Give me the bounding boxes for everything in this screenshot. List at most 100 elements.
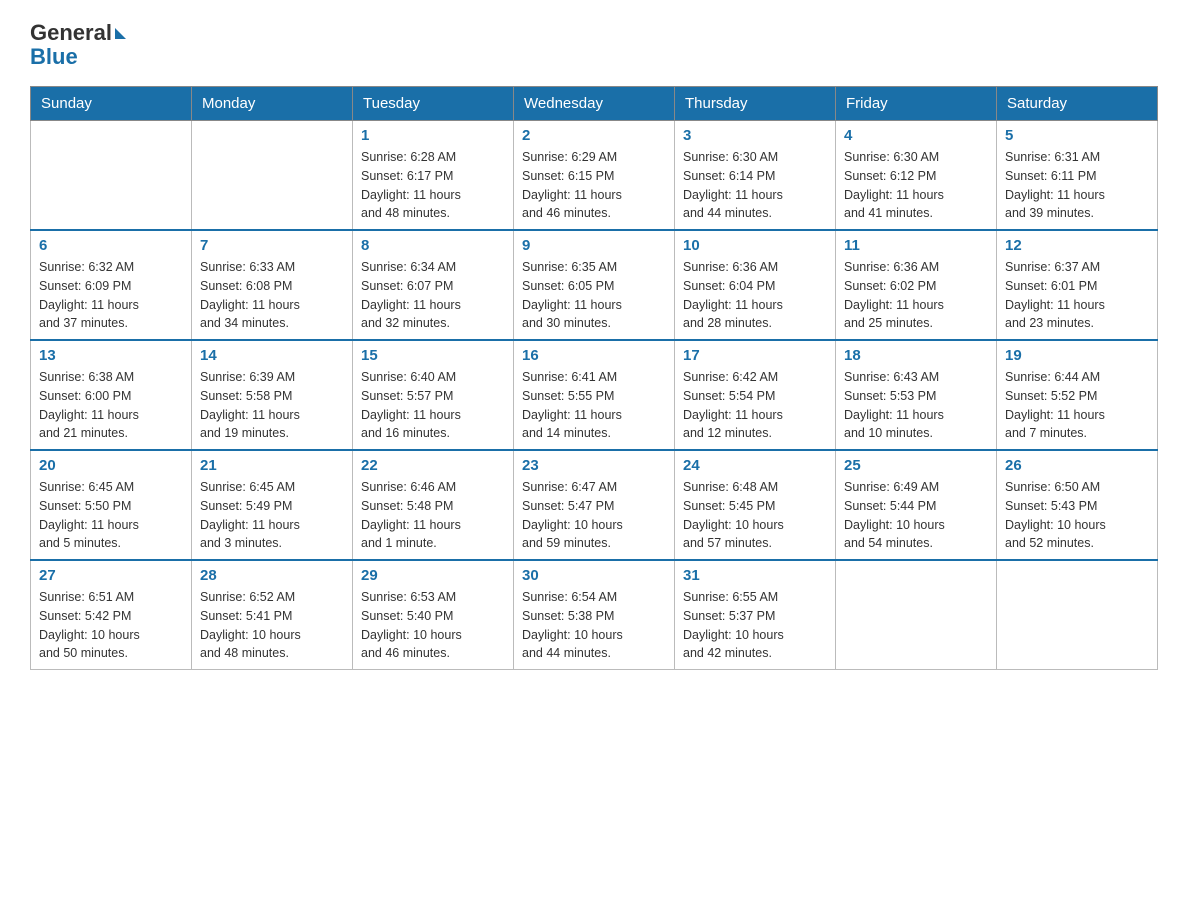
day-info: Sunrise: 6:41 AMSunset: 5:55 PMDaylight:… (522, 368, 666, 443)
calendar-cell: 6Sunrise: 6:32 AMSunset: 6:09 PMDaylight… (31, 230, 192, 340)
calendar-cell: 25 Sunrise: 6:49 AMSunset: 5:44 PMDayligh… (836, 450, 997, 560)
calendar-cell: 11Sunrise: 6:36 AMSunset: 6:02 PMDayligh… (836, 230, 997, 340)
calendar-cell: 10 Sunrise: 6:36 AMSunset: 6:04 PMDayligh… (675, 230, 836, 340)
calendar-cell: 15 Sunrise: 6:40 AMSunset: 5:57 PMDayligh… (353, 340, 514, 450)
day-info: Sunrise: 6:36 AMSunset: 6:02 PMDaylight:… (844, 258, 988, 333)
logo-row1: General (30, 20, 126, 46)
day-number: 26 (1005, 457, 1149, 474)
weekday-header-thursday: Thursday (675, 87, 836, 121)
weekday-header-sunday: Sunday (31, 87, 192, 121)
calendar-cell: 31 Sunrise: 6:55 AMSunset: 5:37 PMDayligh… (675, 560, 836, 670)
day-number: 7 (200, 237, 344, 254)
calendar-cell (31, 121, 192, 231)
calendar-week-row: 6Sunrise: 6:32 AMSunset: 6:09 PMDaylight… (31, 230, 1158, 340)
day-info: Sunrise: 6:36 AMSunset: 6:04 PMDaylight:… (683, 258, 827, 333)
day-info: Sunrise: 6:31 AMSunset: 6:11 PMDaylight:… (1005, 148, 1149, 223)
weekday-header-monday: Monday (192, 87, 353, 121)
day-info: Sunrise: 6:33 AMSunset: 6:08 PMDaylight:… (200, 258, 344, 333)
day-info: Sunrise: 6:44 AMSunset: 5:52 PMDaylight:… (1005, 368, 1149, 443)
calendar-cell: 24 Sunrise: 6:48 AMSunset: 5:45 PMDayligh… (675, 450, 836, 560)
day-number: 2 (522, 127, 666, 144)
calendar-cell: 9Sunrise: 6:35 AMSunset: 6:05 PMDaylight… (514, 230, 675, 340)
weekday-header-friday: Friday (836, 87, 997, 121)
weekday-header-tuesday: Tuesday (353, 87, 514, 121)
day-number: 3 (683, 127, 827, 144)
page-header: General Blue (30, 20, 1158, 70)
calendar-cell: 8 Sunrise: 6:34 AMSunset: 6:07 PMDaylight… (353, 230, 514, 340)
logo-blue-text: Blue (30, 44, 78, 69)
day-info: Sunrise: 6:49 AMSunset: 5:44 PMDaylight:… (844, 478, 988, 553)
day-number: 20 (39, 457, 183, 474)
day-info: Sunrise: 6:30 AMSunset: 6:14 PMDaylight:… (683, 148, 827, 223)
logo-row2: Blue (30, 44, 126, 70)
day-number: 6 (39, 237, 183, 254)
day-number: 18 (844, 347, 988, 364)
calendar-cell: 3 Sunrise: 6:30 AMSunset: 6:14 PMDaylight… (675, 121, 836, 231)
day-number: 14 (200, 347, 344, 364)
day-number: 19 (1005, 347, 1149, 364)
day-info: Sunrise: 6:34 AMSunset: 6:07 PMDaylight:… (361, 258, 505, 333)
day-info: Sunrise: 6:28 AMSunset: 6:17 PMDaylight:… (361, 148, 505, 223)
day-info: Sunrise: 6:46 AMSunset: 5:48 PMDaylight:… (361, 478, 505, 553)
calendar-cell: 22Sunrise: 6:46 AMSunset: 5:48 PMDayligh… (353, 450, 514, 560)
day-number: 30 (522, 567, 666, 584)
calendar-cell: 23Sunrise: 6:47 AMSunset: 5:47 PMDayligh… (514, 450, 675, 560)
day-number: 28 (200, 567, 344, 584)
calendar-cell: 13Sunrise: 6:38 AMSunset: 6:00 PMDayligh… (31, 340, 192, 450)
day-info: Sunrise: 6:54 AMSunset: 5:38 PMDaylight:… (522, 588, 666, 663)
day-number: 27 (39, 567, 183, 584)
day-number: 15 (361, 347, 505, 364)
calendar-cell (836, 560, 997, 670)
day-number: 23 (522, 457, 666, 474)
day-info: Sunrise: 6:29 AMSunset: 6:15 PMDaylight:… (522, 148, 666, 223)
day-info: Sunrise: 6:39 AMSunset: 5:58 PMDaylight:… (200, 368, 344, 443)
calendar-cell: 7 Sunrise: 6:33 AMSunset: 6:08 PMDaylight… (192, 230, 353, 340)
calendar-cell: 12 Sunrise: 6:37 AMSunset: 6:01 PMDayligh… (997, 230, 1158, 340)
day-info: Sunrise: 6:50 AMSunset: 5:43 PMDaylight:… (1005, 478, 1149, 553)
day-number: 31 (683, 567, 827, 584)
calendar-header-row: SundayMondayTuesdayWednesdayThursdayFrid… (31, 87, 1158, 121)
day-number: 10 (683, 237, 827, 254)
day-info: Sunrise: 6:52 AMSunset: 5:41 PMDaylight:… (200, 588, 344, 663)
calendar-week-row: 1 Sunrise: 6:28 AMSunset: 6:17 PMDaylight… (31, 121, 1158, 231)
calendar-week-row: 13Sunrise: 6:38 AMSunset: 6:00 PMDayligh… (31, 340, 1158, 450)
calendar-cell: 17Sunrise: 6:42 AMSunset: 5:54 PMDayligh… (675, 340, 836, 450)
calendar-cell: 30 Sunrise: 6:54 AMSunset: 5:38 PMDayligh… (514, 560, 675, 670)
calendar-cell: 20Sunrise: 6:45 AMSunset: 5:50 PMDayligh… (31, 450, 192, 560)
calendar-week-row: 27Sunrise: 6:51 AMSunset: 5:42 PMDayligh… (31, 560, 1158, 670)
day-number: 21 (200, 457, 344, 474)
calendar-cell: 1 Sunrise: 6:28 AMSunset: 6:17 PMDaylight… (353, 121, 514, 231)
logo-general-text: General (30, 20, 112, 46)
day-number: 29 (361, 567, 505, 584)
calendar-cell: 14 Sunrise: 6:39 AMSunset: 5:58 PMDayligh… (192, 340, 353, 450)
calendar-cell: 4Sunrise: 6:30 AMSunset: 6:12 PMDaylight… (836, 121, 997, 231)
calendar-cell: 28 Sunrise: 6:52 AMSunset: 5:41 PMDayligh… (192, 560, 353, 670)
logo-container: General Blue (30, 20, 126, 70)
day-number: 24 (683, 457, 827, 474)
day-number: 1 (361, 127, 505, 144)
calendar-cell (997, 560, 1158, 670)
calendar-cell: 5 Sunrise: 6:31 AMSunset: 6:11 PMDaylight… (997, 121, 1158, 231)
day-info: Sunrise: 6:55 AMSunset: 5:37 PMDaylight:… (683, 588, 827, 663)
calendar-week-row: 20Sunrise: 6:45 AMSunset: 5:50 PMDayligh… (31, 450, 1158, 560)
day-number: 12 (1005, 237, 1149, 254)
calendar-table: SundayMondayTuesdayWednesdayThursdayFrid… (30, 86, 1158, 670)
day-info: Sunrise: 6:40 AMSunset: 5:57 PMDaylight:… (361, 368, 505, 443)
day-number: 17 (683, 347, 827, 364)
calendar-cell: 26 Sunrise: 6:50 AMSunset: 5:43 PMDayligh… (997, 450, 1158, 560)
day-info: Sunrise: 6:38 AMSunset: 6:00 PMDaylight:… (39, 368, 183, 443)
day-info: Sunrise: 6:30 AMSunset: 6:12 PMDaylight:… (844, 148, 988, 223)
calendar-cell: 16 Sunrise: 6:41 AMSunset: 5:55 PMDayligh… (514, 340, 675, 450)
calendar-cell: 21 Sunrise: 6:45 AMSunset: 5:49 PMDayligh… (192, 450, 353, 560)
calendar-cell: 29Sunrise: 6:53 AMSunset: 5:40 PMDayligh… (353, 560, 514, 670)
weekday-header-saturday: Saturday (997, 87, 1158, 121)
day-number: 8 (361, 237, 505, 254)
day-info: Sunrise: 6:45 AMSunset: 5:49 PMDaylight:… (200, 478, 344, 553)
calendar-cell: 19 Sunrise: 6:44 AMSunset: 5:52 PMDayligh… (997, 340, 1158, 450)
day-info: Sunrise: 6:37 AMSunset: 6:01 PMDaylight:… (1005, 258, 1149, 333)
logo-arrow-icon (115, 28, 126, 39)
day-number: 16 (522, 347, 666, 364)
day-number: 25 (844, 457, 988, 474)
day-info: Sunrise: 6:48 AMSunset: 5:45 PMDaylight:… (683, 478, 827, 553)
day-number: 5 (1005, 127, 1149, 144)
